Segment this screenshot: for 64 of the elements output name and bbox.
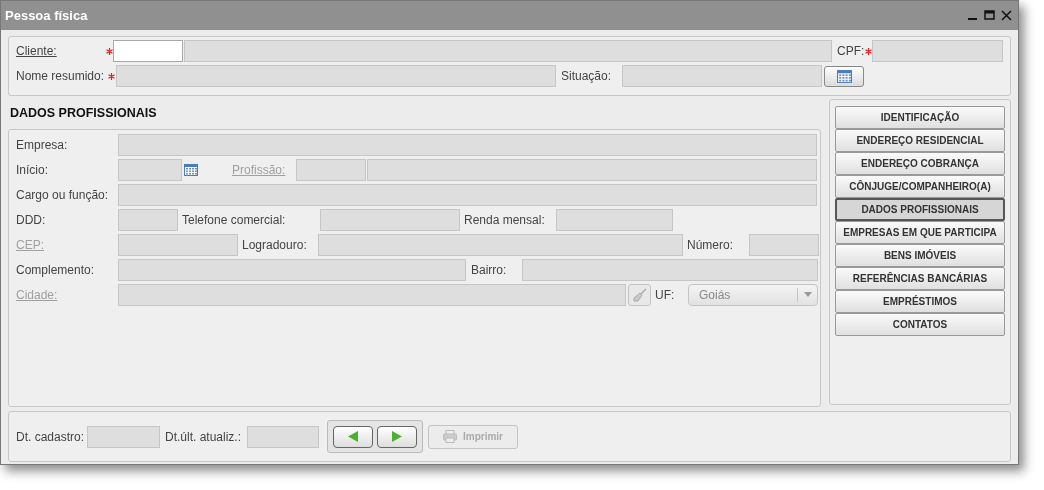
nav-button[interactable]: ENDEREÇO COBRANÇA xyxy=(835,152,1005,175)
next-button[interactable] xyxy=(377,425,417,448)
text-field[interactable] xyxy=(749,233,819,256)
nav-button[interactable]: EMPRESAS EM QUE PARTICIPA xyxy=(835,221,1005,244)
maximize-icon[interactable] xyxy=(984,10,995,21)
field-label: CPF: xyxy=(837,43,865,60)
text-field[interactable] xyxy=(522,258,818,281)
field-label[interactable]: Cliente: xyxy=(16,42,57,60)
left-arrow-icon xyxy=(348,431,358,442)
text-field[interactable] xyxy=(118,208,178,231)
field-label: Situação: xyxy=(561,68,612,85)
dropdown-value: Goiás xyxy=(698,286,732,304)
nav-button[interactable]: IDENTIFICAÇÃO xyxy=(835,106,1005,129)
field-label: Dt. cadastro: xyxy=(16,428,85,446)
nav-button[interactable]: CONTATOS xyxy=(835,313,1005,336)
right-arrow-icon xyxy=(392,431,402,442)
text-field[interactable] xyxy=(296,158,366,181)
text-field[interactable] xyxy=(118,158,182,181)
calendar-icon xyxy=(184,163,198,176)
field-label: Telefone comercial: xyxy=(182,211,286,229)
field-label: Logradouro: xyxy=(242,236,307,254)
text-field[interactable] xyxy=(320,208,460,231)
field-label: Renda mensal: xyxy=(464,211,545,229)
field-label: Bairro: xyxy=(471,261,507,279)
field-label: Complemento: xyxy=(16,261,95,279)
text-field[interactable] xyxy=(118,183,817,206)
text-field[interactable] xyxy=(118,233,238,256)
calendar-button[interactable] xyxy=(824,65,864,87)
nav-button[interactable]: BENS IMÓVEIS xyxy=(835,244,1005,267)
text-field[interactable] xyxy=(367,158,817,181)
field-label: Número: xyxy=(687,236,733,254)
calendar-icon xyxy=(836,69,852,83)
text-field[interactable] xyxy=(113,40,183,62)
field-label: Empresa: xyxy=(16,136,68,154)
eraser-button[interactable] xyxy=(628,283,651,306)
window-title: Pessoa física xyxy=(5,6,88,25)
text-field[interactable] xyxy=(872,40,1003,62)
previous-button[interactable] xyxy=(333,425,373,448)
broom-icon xyxy=(632,287,647,302)
text-field[interactable] xyxy=(87,425,160,448)
field-label: DDD: xyxy=(16,211,46,229)
nav-button[interactable]: ENDEREÇO RESIDENCIAL xyxy=(835,129,1005,152)
text-field[interactable] xyxy=(318,233,683,256)
close-icon[interactable] xyxy=(1001,10,1012,21)
nav-button[interactable]: REFERÊNCIAS BANCÁRIAS xyxy=(835,267,1005,290)
printer-icon xyxy=(443,430,457,443)
field-label: Nome resumido: xyxy=(16,68,105,85)
text-field[interactable] xyxy=(622,65,822,87)
field-label: Início: xyxy=(16,161,48,179)
text-field[interactable] xyxy=(116,65,556,87)
caret-icon xyxy=(803,292,812,298)
field-label: Cargo ou função: xyxy=(16,186,109,204)
text-field[interactable] xyxy=(118,283,626,306)
text-field[interactable] xyxy=(184,40,832,62)
text-field[interactable] xyxy=(118,258,466,281)
field-label: Dt.últ. atualiz.: xyxy=(165,428,242,446)
nav-button[interactable]: CÔNJUGE/COMPANHEIRO(A) xyxy=(835,175,1005,198)
text-field[interactable] xyxy=(118,133,817,156)
nav-button[interactable]: DADOS PROFISSIONAIS xyxy=(835,198,1005,221)
text-field[interactable] xyxy=(556,208,673,231)
nav-button[interactable]: EMPRÉSTIMOS xyxy=(835,290,1005,313)
field-label: UF: xyxy=(655,286,675,304)
text-field[interactable] xyxy=(247,425,319,448)
section-title: DADOS PROFISSIONAIS xyxy=(10,104,157,122)
